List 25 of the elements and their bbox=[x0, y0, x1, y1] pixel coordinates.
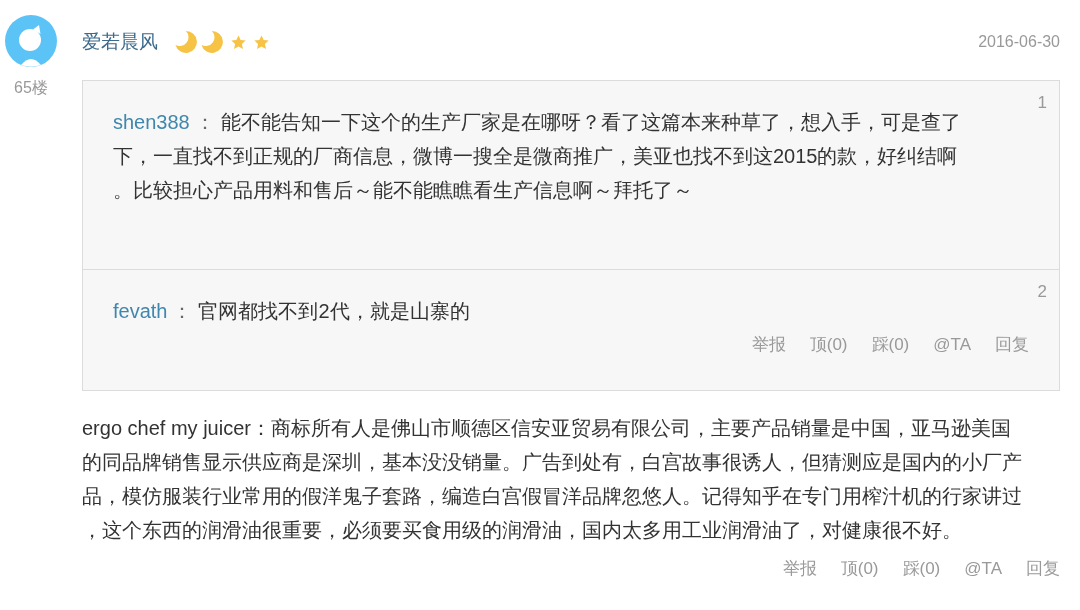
author-link[interactable]: shen388 bbox=[113, 111, 190, 133]
action-link[interactable]: @TA bbox=[964, 559, 1002, 579]
star-icon bbox=[254, 34, 269, 50]
star-icon bbox=[231, 34, 246, 50]
action-link[interactable]: 回复 bbox=[995, 335, 1029, 355]
quote-index: 1 bbox=[1037, 93, 1047, 113]
action-link[interactable]: 踩(0) bbox=[902, 559, 941, 579]
author-link[interactable]: fevath bbox=[113, 300, 168, 322]
action-link[interactable]: 顶(0) bbox=[840, 559, 879, 579]
crescent-moon-icon bbox=[175, 31, 197, 53]
floor-number: 65楼 bbox=[13, 78, 49, 98]
crescent-moon-icon bbox=[201, 31, 223, 53]
action-link[interactable]: @TA bbox=[933, 335, 971, 355]
username-link[interactable]: 爱若晨风 bbox=[82, 29, 158, 55]
action-link[interactable]: 踩(0) bbox=[871, 335, 910, 355]
post-date: 2016-06-30 bbox=[978, 33, 1060, 51]
quote-index: 2 bbox=[1037, 282, 1047, 302]
action-link[interactable]: 举报 bbox=[751, 335, 786, 355]
avatar-icon bbox=[5, 15, 57, 67]
action-link[interactable]: 举报 bbox=[782, 559, 817, 579]
action-link[interactable]: 顶(0) bbox=[809, 335, 848, 355]
quote-text: shen388 ： 能不能告知一下这个的生产厂家是在哪呀？看了这篇本来种草了，想入手，可是查了下，一直找不到正规的厂商信息，微博一搜全是微商推广，美亚也找不到这2015的款，好纠结啊。比较担心产品用料和售后～能不能瞧瞧看生产信息啊～拜托了～ bbox=[113, 110, 962, 203]
quote-text: fevath ： 官网都找不到2代，就是山寨的 bbox=[113, 299, 471, 324]
action-link[interactable]: 回复 bbox=[1026, 559, 1060, 579]
comment-text: ergo chef my juicer：商标所有人是佛山市顺德区信安亚贸易有限公司，主要产品销量是中国，亚马逊美国的同品牌销售显示供应商是深圳，基本没没销量。广告到处有，白宫故事很诱人，但猜测应是国内的小厂产品，模仿服装行业常用的假洋鬼子套路，编造白宫假冒洋品牌忽悠人。记得知乎在专门用榨汁机的行家讲过，这个东西的润滑油很重要，必须要买食用级的润滑油，国内太多用工业润滑油了，对健康很不好。 bbox=[82, 416, 1023, 543]
